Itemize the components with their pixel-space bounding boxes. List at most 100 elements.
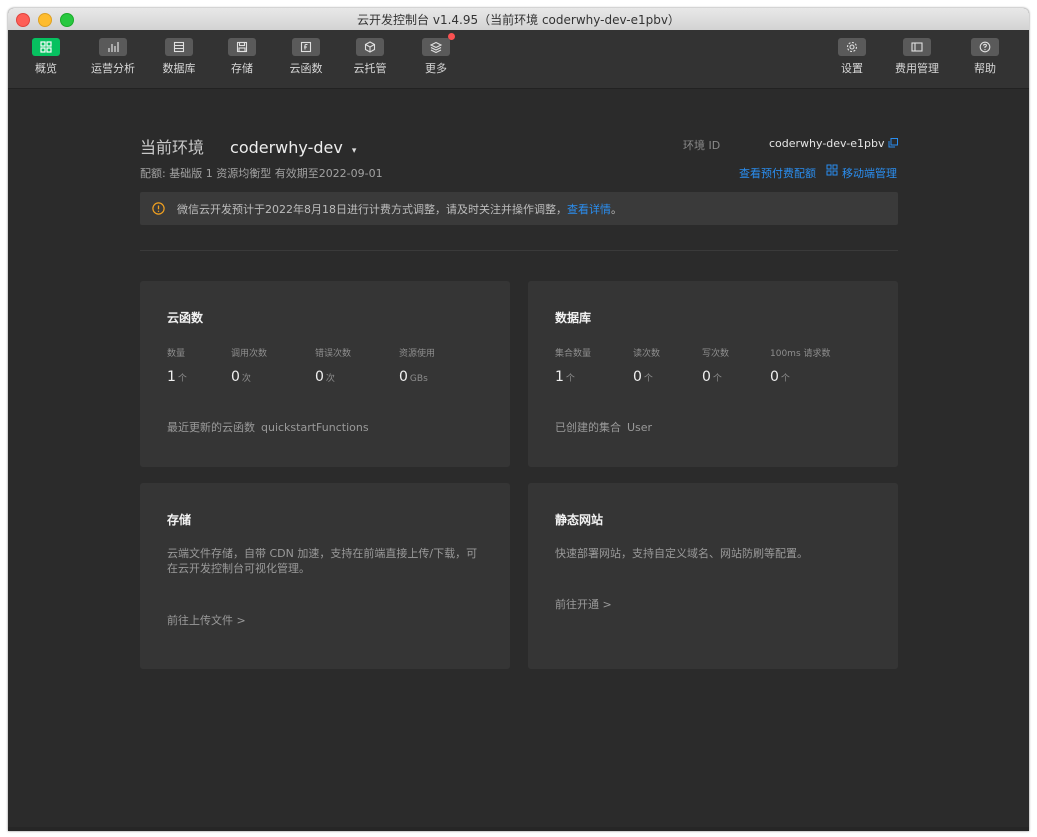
stat-unit: 个 xyxy=(643,374,653,384)
functions-label: 云函数 xyxy=(289,62,323,75)
storage-label: 存储 xyxy=(231,62,253,75)
toolbar-item-cloudrun[interactable]: 云托管 xyxy=(342,38,398,76)
stat-label: 数量 xyxy=(167,349,186,359)
window-title: 云开发控制台 v1.4.95（当前环境 coderwhy-dev-e1pbv） xyxy=(357,12,680,27)
grid-icon xyxy=(40,41,52,53)
footer-label: 已创建的集合 xyxy=(555,421,621,434)
zoom-window-button[interactable] xyxy=(60,13,74,27)
minimize-window-button[interactable] xyxy=(38,13,52,27)
stat-unit: 个 xyxy=(565,374,575,384)
stat-reads: 读次数 0个 xyxy=(633,346,660,385)
toolbar-item-database[interactable]: 数据库 xyxy=(151,38,207,76)
stat-label: 集合数量 xyxy=(555,349,592,359)
toolbar-item-analytics[interactable]: 运营分析 xyxy=(85,38,141,76)
stat-unit: 个 xyxy=(780,374,790,384)
close-window-button[interactable] xyxy=(16,13,30,27)
storage-card-title: 存储 xyxy=(167,513,192,527)
mobile-management-link[interactable]: 移动端管理 xyxy=(842,165,897,181)
toolbar-item-help[interactable]: 帮助 xyxy=(957,38,1013,76)
cloudrun-label: 云托管 xyxy=(353,62,387,75)
storage-button[interactable] xyxy=(228,38,256,56)
main-toolbar: 概览 运营分析 数据库 存储 云函数 云托管 更多 设置 费用管理 帮助 xyxy=(8,30,1029,89)
upload-files-link[interactable]: 前往上传文件 > xyxy=(167,612,246,628)
stat-slow-requests: 100ms 请求数 0个 xyxy=(770,346,831,385)
storage-card: 存储 云端文件存储，自带 CDN 加速，支持在前端直接上传/下载，可在云开发控制… xyxy=(140,483,510,669)
overview-label: 概览 xyxy=(35,62,57,75)
env-label: 当前环境 xyxy=(140,138,205,157)
stat-label: 错误次数 xyxy=(315,349,352,359)
help-button[interactable] xyxy=(971,38,999,56)
database-card-footer: 已创建的集合 User xyxy=(555,419,652,435)
env-id-value: coderwhy-dev-e1pbv xyxy=(769,137,885,150)
latest-function-name[interactable]: quickstartFunctions xyxy=(261,421,369,434)
notice-text: 微信云开发预计于2022年8月18日进行计费方式调整，请及时关注并操作调整，查看… xyxy=(177,201,622,217)
toolbar-item-overview[interactable]: 概览 xyxy=(18,38,74,76)
qrcode-icon[interactable] xyxy=(826,164,838,176)
cloudrun-button[interactable] xyxy=(356,38,384,56)
stat-value: 1 xyxy=(167,369,176,385)
stat-label: 读次数 xyxy=(633,349,661,359)
status-bar xyxy=(8,827,1029,831)
database-card-title: 数据库 xyxy=(555,311,592,325)
title-bar: 云开发控制台 v1.4.95（当前环境 coderwhy-dev-e1pbv） xyxy=(8,8,1029,31)
stat-value: 0 xyxy=(399,369,408,385)
stat-label: 资源使用 xyxy=(399,349,436,359)
settings-button[interactable] xyxy=(838,38,866,56)
toolbar-item-settings[interactable]: 设置 xyxy=(824,38,880,76)
storage-icon xyxy=(236,41,248,53)
stat-unit: 个 xyxy=(177,374,187,384)
stat-invocations: 调用次数 0次 xyxy=(231,346,267,385)
gear-icon xyxy=(846,41,858,53)
toolbar-item-more[interactable]: 更多 xyxy=(408,33,464,76)
analytics-label: 运营分析 xyxy=(91,62,135,75)
quota-info: 配额: 基础版 1 资源均衡型 有效期至2022-09-01 xyxy=(140,167,383,180)
stat-unit: GBs xyxy=(409,374,428,384)
stat-writes: 写次数 0个 xyxy=(702,346,729,385)
toolbar-item-billing[interactable]: 费用管理 xyxy=(889,38,945,76)
toolbar-item-functions[interactable]: 云函数 xyxy=(278,38,334,76)
view-details-link[interactable]: 查看详情 xyxy=(567,203,611,216)
stat-unit: 次 xyxy=(241,374,251,384)
stat-value: 0 xyxy=(770,369,779,385)
app-window: 云开发控制台 v1.4.95（当前环境 coderwhy-dev-e1pbv） … xyxy=(8,8,1029,831)
analytics-button[interactable] xyxy=(99,38,127,56)
section-divider xyxy=(140,250,898,251)
stat-unit: 个 xyxy=(712,374,722,384)
stat-value: 0 xyxy=(231,369,240,385)
env-name-dropdown[interactable]: coderwhy-dev xyxy=(230,138,343,157)
database-button[interactable] xyxy=(165,38,193,56)
more-button[interactable] xyxy=(422,33,455,56)
stat-errors: 错误次数 0次 xyxy=(315,346,351,385)
stat-function-count: 数量 1个 xyxy=(167,346,187,385)
functions-button[interactable] xyxy=(292,38,320,56)
wallet-icon xyxy=(911,42,923,52)
warning-icon xyxy=(152,202,165,215)
stat-value: 1 xyxy=(555,369,564,385)
functions-card: 云函数 数量 1个 调用次数 0次 错误次数 0次 资源使用 0 GBs 最近更新… xyxy=(140,281,510,467)
cube-icon xyxy=(364,41,376,53)
more-label: 更多 xyxy=(425,62,447,75)
toolbar-item-storage[interactable]: 存储 xyxy=(214,38,270,76)
billing-button[interactable] xyxy=(903,38,931,56)
notification-badge xyxy=(448,33,455,40)
overview-button[interactable] xyxy=(32,38,60,56)
database-icon xyxy=(173,41,185,53)
billing-notice-banner: 微信云开发预计于2022年8月18日进行计费方式调整，请及时关注并操作调整，查看… xyxy=(140,192,898,225)
stat-value: 0 xyxy=(633,369,642,385)
billing-label: 费用管理 xyxy=(895,62,939,75)
storage-card-description: 云端文件存储，自带 CDN 加速，支持在前端直接上传/下载，可在云开发控制台可视… xyxy=(167,547,478,575)
database-card: 数据库 集合数量 1个 读次数 0个 写次数 0个 100ms 请求数 0个 已… xyxy=(528,281,898,467)
help-icon xyxy=(979,41,991,53)
prepaid-quota-link[interactable]: 查看预付费配额 xyxy=(739,165,816,181)
website-card: 静态网站 快速部署网站，支持自定义域名、网站防刷等配置。 前往开通 > xyxy=(528,483,898,669)
enable-website-link[interactable]: 前往开通 > xyxy=(555,596,612,612)
database-label: 数据库 xyxy=(162,62,196,75)
stat-label: 100ms 请求数 xyxy=(770,349,831,359)
settings-label: 设置 xyxy=(841,62,863,75)
overview-panel: 当前环境 coderwhy-dev ▾ 配额: 基础版 1 资源均衡型 有效期至… xyxy=(8,89,1029,831)
stat-value: 0 xyxy=(702,369,711,385)
chevron-down-icon[interactable]: ▾ xyxy=(352,146,357,156)
copy-icon[interactable] xyxy=(888,138,898,148)
functions-card-title: 云函数 xyxy=(167,311,204,325)
collection-name[interactable]: User xyxy=(627,421,652,434)
